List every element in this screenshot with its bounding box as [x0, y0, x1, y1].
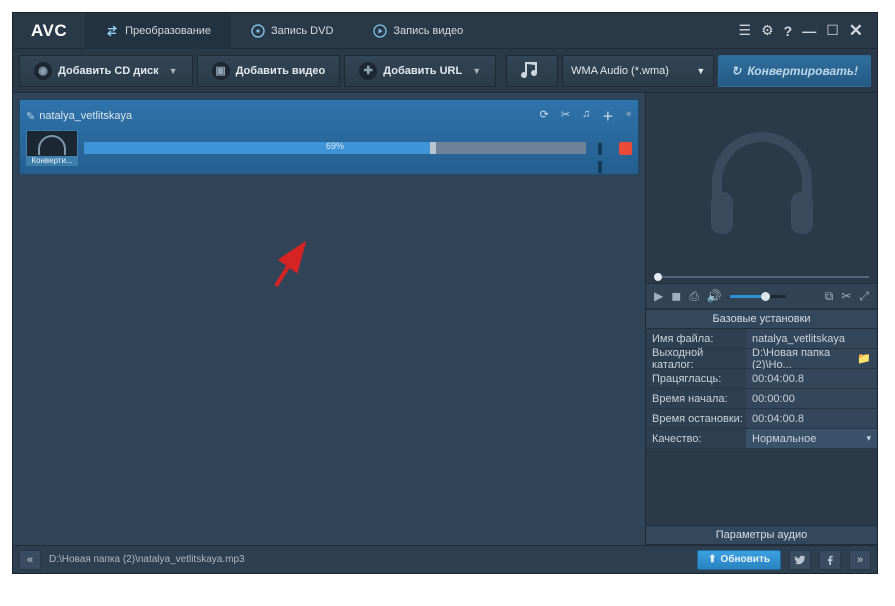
edit-icon[interactable]: ✎ — [26, 110, 35, 123]
convert-button[interactable]: ↻ Конвертировать! — [718, 55, 871, 87]
kv-key: Працягласць: — [646, 369, 746, 388]
play-record-icon — [373, 24, 387, 38]
tab-label: Запись DVD — [271, 25, 333, 37]
status-path: D:\Новая папка (2)\natalya_vetlitskaya.m… — [49, 554, 245, 565]
chevron-down-icon: ▼ — [169, 66, 178, 76]
music-icon[interactable]: ♫ — [582, 108, 590, 124]
pause-button[interactable] — [598, 142, 609, 154]
basic-settings-header: Базовые установки — [646, 309, 877, 329]
stop-button[interactable] — [619, 142, 632, 155]
preview-area — [646, 93, 877, 271]
chevron-down-icon: ▼ — [696, 66, 705, 76]
scrub-bar[interactable] — [646, 271, 877, 283]
annotation-arrow — [266, 238, 326, 298]
update-button[interactable]: ⬆ Обновить — [697, 550, 781, 570]
thumb-status-label: Конверти... — [27, 156, 77, 165]
file-item[interactable]: ✎ natalya_vetlitskaya ⟳ ✂ ♫ ＋ ● Конверти… — [19, 99, 639, 175]
button-label: Добавить видео — [236, 65, 326, 77]
output-format-icon[interactable] — [506, 55, 558, 87]
button-label: Добавить CD диск — [58, 65, 159, 77]
kv-key: Время начала: — [646, 389, 746, 408]
facebook-icon[interactable] — [819, 550, 841, 570]
output-format-select[interactable]: WMA Audio (*.wma) ▼ — [562, 55, 714, 87]
expand-icon[interactable]: ⤢ — [859, 289, 869, 304]
maximize-icon[interactable]: ☐ — [826, 22, 839, 39]
kv-duration: Працягласць: 00:04:00.8 — [646, 369, 877, 389]
button-label: Добавить URL — [383, 65, 462, 77]
cut-icon[interactable]: ✂ — [561, 108, 570, 124]
chevron-down-icon: ▾ — [866, 433, 871, 444]
headphones-icon — [697, 122, 827, 242]
kv-value[interactable]: 00:04:00.8 — [746, 409, 877, 428]
play-icon[interactable]: ▶ — [654, 289, 663, 303]
cd-plus-icon: ◉ — [34, 62, 52, 80]
disc-icon — [251, 24, 265, 38]
kv-stop: Время остановки: 00:04:00.8 — [646, 409, 877, 429]
status-dot-icon: ● — [625, 108, 632, 124]
file-title: natalya_vetlitskaya — [39, 110, 132, 122]
video-plus-icon: ▣ — [212, 62, 230, 80]
kv-value[interactable]: 00:00:00 — [746, 389, 877, 408]
refresh-item-icon[interactable]: ⟳ — [540, 108, 549, 124]
toolbar: ◉ Добавить CD диск ▼ ▣ Добавить видео ✚ … — [13, 49, 877, 93]
add-cd-button[interactable]: ◉ Добавить CD диск ▼ — [19, 55, 193, 87]
kv-key: Качество: — [646, 429, 746, 448]
kv-key: Имя файла: — [646, 329, 746, 348]
kv-outdir: Выходной каталог: D:\Новая папка (2)\Но.… — [646, 349, 877, 369]
select-value: WMA Audio (*.wma) — [571, 65, 669, 77]
tab-convert[interactable]: Преобразование — [85, 13, 231, 49]
tab-label: Запись видео — [393, 25, 463, 37]
refresh-icon: ↻ — [731, 64, 741, 78]
snapshot-icon[interactable]: ⎙ — [689, 289, 699, 304]
close-icon[interactable]: ✕ — [849, 21, 863, 41]
stop-icon[interactable]: ◼ — [671, 289, 681, 303]
globe-plus-icon: ✚ — [359, 62, 377, 80]
app-window: AVC Преобразование Запись DVD Запись вид… — [12, 12, 878, 574]
progress-text: 69% — [84, 141, 586, 151]
convert-icon — [105, 24, 119, 38]
quality-select[interactable]: Нормальное ▾ — [746, 429, 877, 448]
button-label: Конвертировать! — [747, 64, 858, 78]
kv-key: Время остановки: — [646, 409, 746, 428]
app-logo: AVC — [31, 21, 67, 41]
kv-value[interactable]: D:\Новая папка (2)\Но... 📁 — [746, 349, 877, 368]
kv-quality: Качество: Нормальное ▾ — [646, 429, 877, 449]
chevron-down-icon: ▼ — [472, 66, 481, 76]
file-list-panel: ✎ natalya_vetlitskaya ⟳ ✂ ♫ ＋ ● Конверти… — [13, 93, 645, 545]
audio-params-header[interactable]: Параметры аудио — [646, 525, 877, 545]
add-url-button[interactable]: ✚ Добавить URL ▼ — [344, 55, 496, 87]
volume-icon[interactable]: 🔊 — [707, 289, 722, 303]
progress-bar: 69% — [84, 142, 586, 154]
collapse-left-button[interactable]: « — [19, 550, 41, 570]
folder-icon[interactable]: 📁 — [857, 352, 871, 365]
side-panel: ▶ ◼ ⎙ 🔊 ⧉ ✂ ⤢ Базовые установки Имя файл… — [645, 93, 877, 545]
tab-record[interactable]: Запись видео — [353, 13, 483, 49]
kv-value: 00:04:00.8 — [746, 369, 877, 388]
update-icon: ⬆ — [708, 554, 716, 565]
volume-slider[interactable] — [730, 295, 786, 298]
add-icon[interactable]: ＋ — [602, 108, 613, 124]
file-thumbnail: Конверти... — [26, 130, 78, 166]
cut2-icon[interactable]: ✂ — [841, 289, 851, 303]
kv-start: Время начала: 00:00:00 — [646, 389, 877, 409]
link-icon[interactable]: ⧉ — [825, 289, 834, 304]
twitter-icon[interactable] — [789, 550, 811, 570]
tab-dvd[interactable]: Запись DVD — [231, 13, 353, 49]
titlebar: AVC Преобразование Запись DVD Запись вид… — [13, 13, 877, 49]
settings-icon[interactable]: ⚙ — [761, 22, 774, 39]
help-icon[interactable]: ? — [784, 23, 793, 39]
minimize-icon[interactable]: — — [802, 23, 816, 39]
kv-key: Выходной каталог: — [646, 349, 746, 368]
player-controls: ▶ ◼ ⎙ 🔊 ⧉ ✂ ⤢ — [646, 283, 877, 309]
expand-right-button[interactable]: » — [849, 550, 871, 570]
kv-value[interactable]: natalya_vetlitskaya — [746, 329, 877, 348]
tasklist-icon[interactable]: ☰ — [739, 22, 752, 39]
add-video-button[interactable]: ▣ Добавить видео — [197, 55, 341, 87]
tab-label: Преобразование — [125, 25, 211, 37]
status-bar: « D:\Новая папка (2)\natalya_vetlitskaya… — [13, 545, 877, 573]
